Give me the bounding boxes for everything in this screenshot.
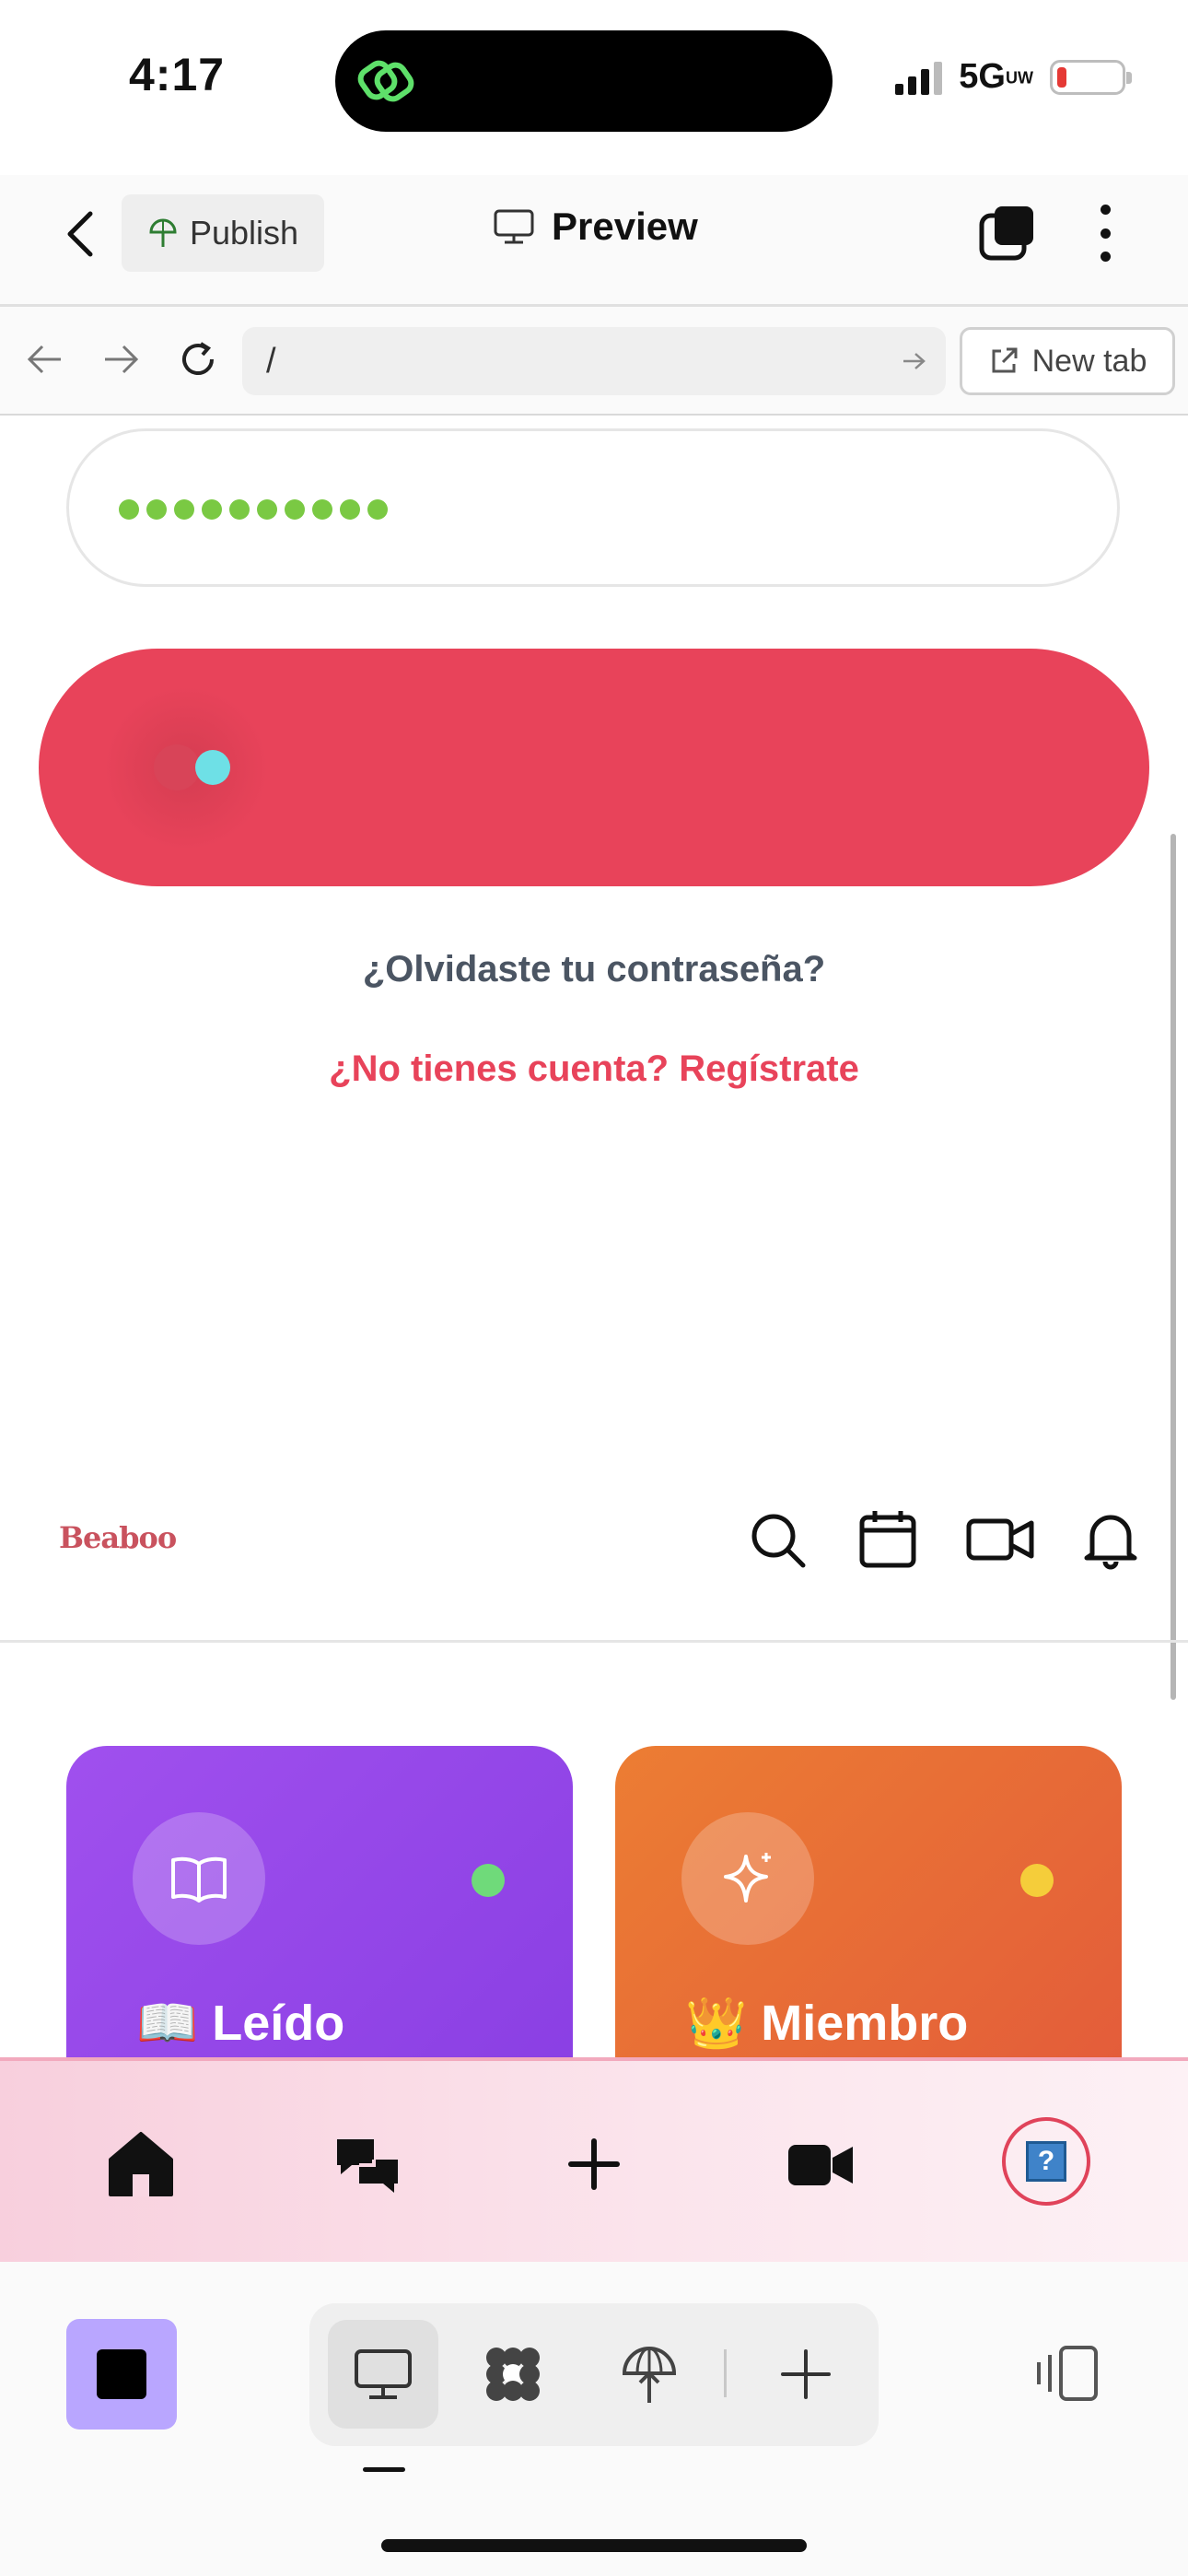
tabs-icon[interactable] xyxy=(978,205,1035,262)
register-link[interactable]: ¿No tienes cuenta? Regístrate xyxy=(0,1048,1188,1090)
monitor-view-icon[interactable] xyxy=(351,2342,415,2406)
stop-icon xyxy=(97,2349,146,2399)
card-title: 👑 Miembro xyxy=(685,1996,969,2051)
forward-arrow-icon[interactable] xyxy=(98,336,144,382)
status-time: 4:17 xyxy=(129,49,226,100)
login-button[interactable] xyxy=(39,649,1149,886)
book-icon xyxy=(171,1856,227,1903)
app-link-icon xyxy=(357,60,414,102)
card-icon-circle xyxy=(133,1812,265,1945)
active-view-underline xyxy=(363,2467,405,2472)
url-text: / xyxy=(266,341,276,381)
loading-dot-red xyxy=(154,744,200,790)
stop-button[interactable] xyxy=(66,2319,177,2430)
home-indicator xyxy=(381,2539,807,2552)
device-toggle-icon[interactable] xyxy=(1033,2342,1100,2405)
password-input[interactable] xyxy=(66,428,1120,587)
preview-title: Preview xyxy=(493,205,698,249)
back-arrow-icon[interactable] xyxy=(22,336,68,382)
status-dot xyxy=(472,1864,505,1897)
dynamic-island xyxy=(335,30,833,132)
add-view-icon[interactable] xyxy=(774,2342,838,2406)
bell-icon[interactable] xyxy=(1079,1508,1142,1571)
preview-label: Preview xyxy=(552,205,698,248)
url-input[interactable]: / xyxy=(242,327,946,395)
external-link-icon xyxy=(992,347,1018,373)
status-dot xyxy=(1020,1864,1054,1897)
status-indicators: 5GUW xyxy=(895,57,1132,97)
go-arrow-icon[interactable] xyxy=(900,347,927,375)
help-icon: ? xyxy=(1026,2141,1066,2182)
network-label: 5GUW xyxy=(959,57,1033,96)
help-button[interactable]: ? xyxy=(1002,2117,1090,2206)
deploy-icon[interactable] xyxy=(617,2342,681,2406)
sparkles-icon xyxy=(724,1853,771,1903)
signal-icon xyxy=(895,60,943,95)
more-menu-icon[interactable] xyxy=(1096,205,1114,262)
monitor-icon xyxy=(494,209,534,244)
publish-button[interactable]: Publish xyxy=(122,194,324,272)
battery-icon xyxy=(1050,59,1132,95)
card-title: 📖 Leído xyxy=(136,1996,345,2051)
publish-label: Publish xyxy=(189,214,299,252)
password-dots xyxy=(119,499,388,520)
back-chevron-icon[interactable] xyxy=(59,208,101,260)
plus-icon[interactable] xyxy=(558,2128,630,2200)
publish-icon xyxy=(149,218,177,247)
search-icon[interactable] xyxy=(746,1508,809,1571)
video-icon[interactable] xyxy=(785,2128,856,2200)
header-divider xyxy=(0,1640,1188,1643)
reload-icon[interactable] xyxy=(175,336,221,382)
loading-dot-cyan xyxy=(195,750,230,785)
card-icon-circle xyxy=(681,1812,814,1945)
card-leido[interactable]: 📖 Leído xyxy=(66,1746,573,2078)
brand-logo[interactable]: Beaboo xyxy=(59,1520,177,1555)
video-camera-icon[interactable] xyxy=(965,1508,1035,1571)
agent-grid-icon[interactable] xyxy=(481,2342,545,2406)
chat-bubbles-icon[interactable] xyxy=(332,2128,403,2200)
card-miembro[interactable]: 👑 Miembro xyxy=(615,1746,1122,2078)
home-icon[interactable] xyxy=(105,2128,177,2200)
new-tab-button[interactable]: New tab xyxy=(960,327,1175,395)
calendar-icon[interactable] xyxy=(856,1508,919,1571)
new-tab-label: New tab xyxy=(1031,343,1147,379)
forgot-password-link[interactable]: ¿Olvidaste tu contraseña? xyxy=(0,949,1188,990)
view-switcher-separator xyxy=(724,2349,727,2397)
